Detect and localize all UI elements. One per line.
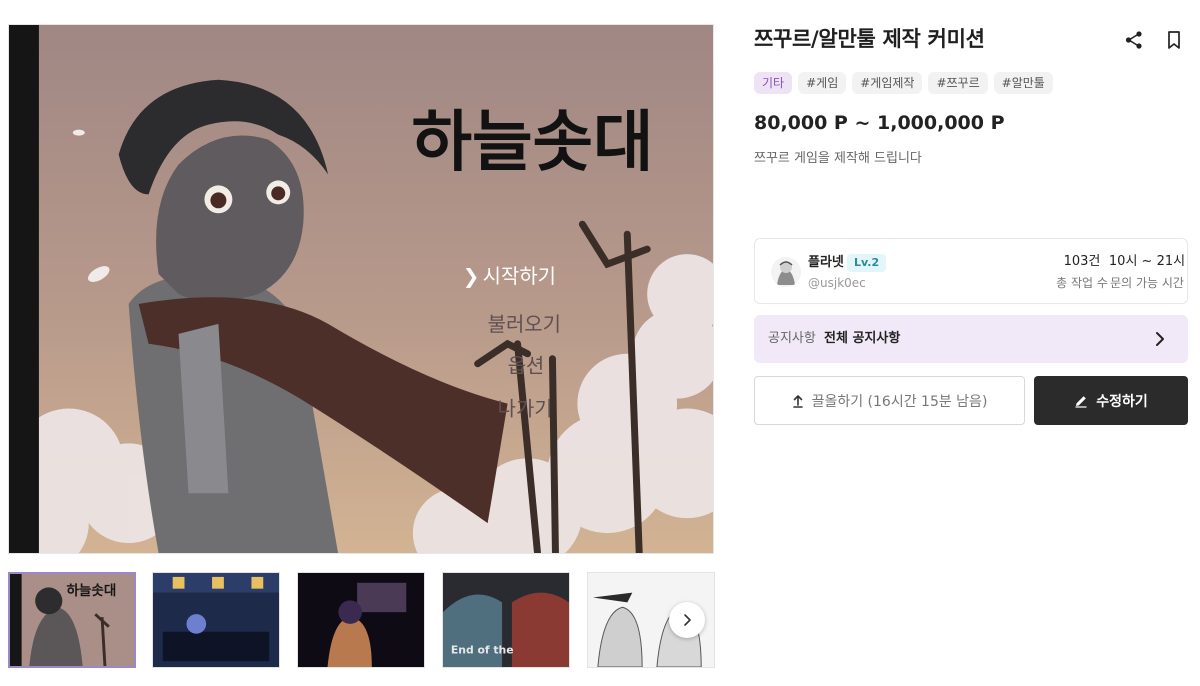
seller-avatar-image bbox=[771, 257, 801, 287]
thumbnail-1[interactable]: 하늘솟대 bbox=[8, 572, 136, 668]
edit-button-label: 수정하기 bbox=[1096, 393, 1148, 410]
thumbnail-2-image bbox=[153, 573, 279, 667]
thumbnail-3-image bbox=[298, 573, 424, 667]
thumbnail-4[interactable]: End of the bbox=[442, 572, 570, 668]
tag-game[interactable]: #게임 bbox=[798, 72, 847, 94]
seller-handle: @usjk0ec bbox=[808, 276, 866, 290]
thumbnail-strip: 하늘솟대 End of the bbox=[8, 572, 715, 668]
avatar[interactable] bbox=[771, 257, 801, 287]
edit-button[interactable]: 수정하기 bbox=[1034, 376, 1188, 425]
bump-button[interactable]: 끌올하기 (16시간 15분 남음) bbox=[754, 376, 1025, 425]
game-title-screen-artwork: 하늘솟대 ❯ 시작하기 불러오기 옵션 나가기 bbox=[9, 25, 713, 553]
menu-start-text: 시작하기 bbox=[483, 265, 556, 288]
contact-hours-stat: 10시 ~ 21시 문의 가능 시간 bbox=[1105, 253, 1189, 292]
notice-text: 전체 공지사항 bbox=[824, 331, 901, 346]
seller-card[interactable]: 플라넷 Lv.2 @usjk0ec 103건 총 작업 수 10시 ~ 21시 … bbox=[754, 238, 1188, 304]
thumbnail-3[interactable] bbox=[297, 572, 425, 668]
bookmark-icon bbox=[1168, 31, 1180, 49]
level-badge: Lv.2 bbox=[847, 254, 887, 272]
tag-list: 기타 #게임 #게임제작 #쯔꾸르 #알만툴 bbox=[754, 72, 1053, 94]
menu-options-text: 옵션 bbox=[508, 355, 545, 378]
game-title-text: 하늘솟대 bbox=[411, 104, 653, 181]
tag-rpgmaker[interactable]: #알만툴 bbox=[993, 72, 1053, 94]
hours-label: 문의 가능 시간 bbox=[1110, 276, 1184, 290]
price-range: 80,000 P ~ 1,000,000 P bbox=[754, 112, 1005, 134]
main-gallery-image[interactable]: 하늘솟대 ❯ 시작하기 불러오기 옵션 나가기 bbox=[8, 24, 714, 554]
tag-category[interactable]: 기타 bbox=[754, 72, 793, 94]
chevron-right-icon bbox=[684, 614, 691, 626]
hours-value: 10시 ~ 21시 bbox=[1108, 254, 1186, 269]
chevron-right-icon bbox=[1156, 332, 1164, 346]
seller-name[interactable]: 플라넷 bbox=[808, 254, 844, 272]
product-description: 쯔꾸르 게임을 제작해 드립니다 bbox=[754, 151, 922, 166]
product-title: 쯔꾸르/알만툴 제작 커미션 bbox=[754, 27, 985, 51]
share-icon bbox=[1125, 31, 1142, 49]
thumbnail-4-image: End of the bbox=[443, 573, 569, 667]
notice-bar[interactable]: 공지사항 전체 공지사항 bbox=[754, 315, 1188, 363]
share-button[interactable] bbox=[1123, 29, 1145, 51]
thumbnail-next-button[interactable] bbox=[669, 602, 705, 638]
bookmark-button[interactable] bbox=[1163, 29, 1185, 51]
bump-button-label: 끌올하기 (16시간 15분 남음) bbox=[811, 393, 988, 410]
thumbnail-4-caption: End of the bbox=[451, 643, 514, 656]
thumbnail-2[interactable] bbox=[152, 572, 280, 668]
tag-tsukuru[interactable]: #쯔꾸르 bbox=[928, 72, 988, 94]
menu-cursor-text: ❯ bbox=[463, 265, 480, 288]
pencil-icon bbox=[1075, 395, 1087, 408]
tag-game-making[interactable]: #게임제작 bbox=[852, 72, 923, 94]
menu-load-text: 불러오기 bbox=[488, 313, 561, 336]
notice-label: 공지사항 bbox=[768, 331, 816, 346]
thumbnail-1-image: 하늘솟대 bbox=[10, 574, 134, 666]
upload-arrow-icon bbox=[792, 394, 803, 408]
menu-exit-text: 나가기 bbox=[498, 398, 553, 421]
thumbnail-1-caption: 하늘솟대 bbox=[66, 582, 116, 599]
